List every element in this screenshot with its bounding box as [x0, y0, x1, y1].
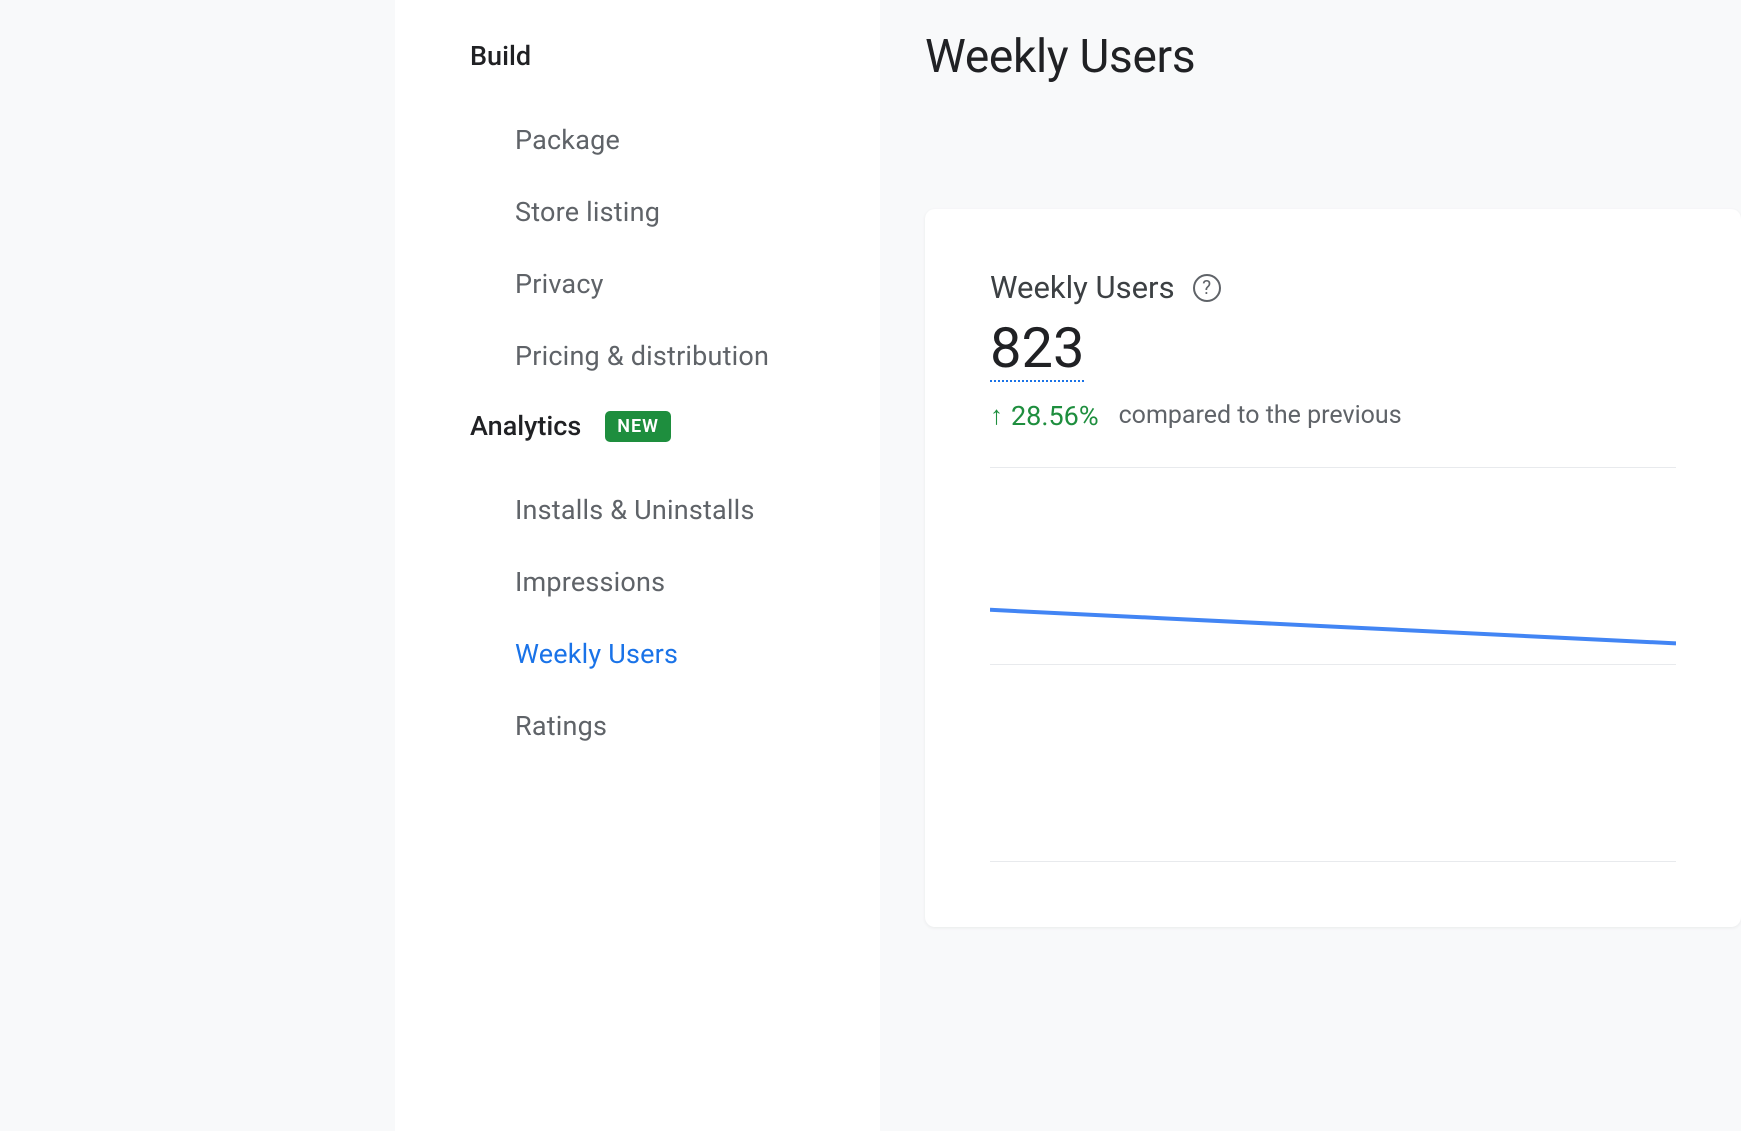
change-label: compared to the previous [1119, 401, 1402, 430]
card-title: Weekly Users [990, 269, 1175, 306]
sidebar-item-store-listing[interactable]: Store listing [470, 176, 880, 248]
sidebar-item-label: Weekly Users [515, 638, 678, 670]
sidebar-item-ratings[interactable]: Ratings [470, 690, 880, 762]
sidebar-item-weekly-users[interactable]: Weekly Users [470, 618, 880, 690]
metric-change: ↑ 28.56% compared to the previous [990, 400, 1676, 432]
new-badge: NEW [605, 411, 671, 442]
chart-line [990, 609, 1676, 643]
sidebar-item-label: Store listing [515, 196, 660, 228]
sidebar-item-privacy[interactable]: Privacy [470, 248, 880, 320]
chart-svg [990, 467, 1676, 887]
sidebar: Build Package Store listing Privacy Pric… [395, 0, 880, 1131]
sidebar-item-label: Impressions [515, 566, 665, 598]
left-spacer [0, 0, 395, 1131]
sidebar-item-installs-uninstalls[interactable]: Installs & Uninstalls [470, 474, 880, 546]
sidebar-item-impressions[interactable]: Impressions [470, 546, 880, 618]
weekly-users-card: Weekly Users ? 823 ↑ 28.56% compared to … [925, 209, 1741, 927]
card-header: Weekly Users ? [990, 269, 1676, 306]
sidebar-section-analytics-label: Analytics [470, 410, 581, 442]
sidebar-item-label: Package [515, 124, 620, 156]
sidebar-item-pricing-distribution[interactable]: Pricing & distribution [470, 320, 880, 392]
sidebar-item-label: Pricing & distribution [515, 340, 769, 372]
change-percent: 28.56% [1011, 400, 1099, 432]
metric-value: 823 [990, 318, 1084, 382]
sidebar-section-build: Build [470, 40, 880, 72]
sidebar-section-analytics: Analytics NEW [470, 410, 880, 442]
page-title: Weekly Users [925, 30, 1741, 84]
sidebar-item-label: Privacy [515, 268, 604, 300]
sidebar-item-label: Ratings [515, 710, 607, 742]
arrow-up-icon: ↑ [990, 400, 1003, 431]
main-content: Weekly Users Weekly Users ? 823 ↑ 28.56%… [880, 0, 1741, 1131]
sidebar-item-label: Installs & Uninstalls [515, 494, 755, 526]
sidebar-section-build-label: Build [470, 40, 531, 72]
sidebar-item-package[interactable]: Package [470, 104, 880, 176]
help-icon[interactable]: ? [1193, 274, 1221, 302]
weekly-users-chart [990, 467, 1676, 887]
section-spacer [470, 392, 880, 410]
